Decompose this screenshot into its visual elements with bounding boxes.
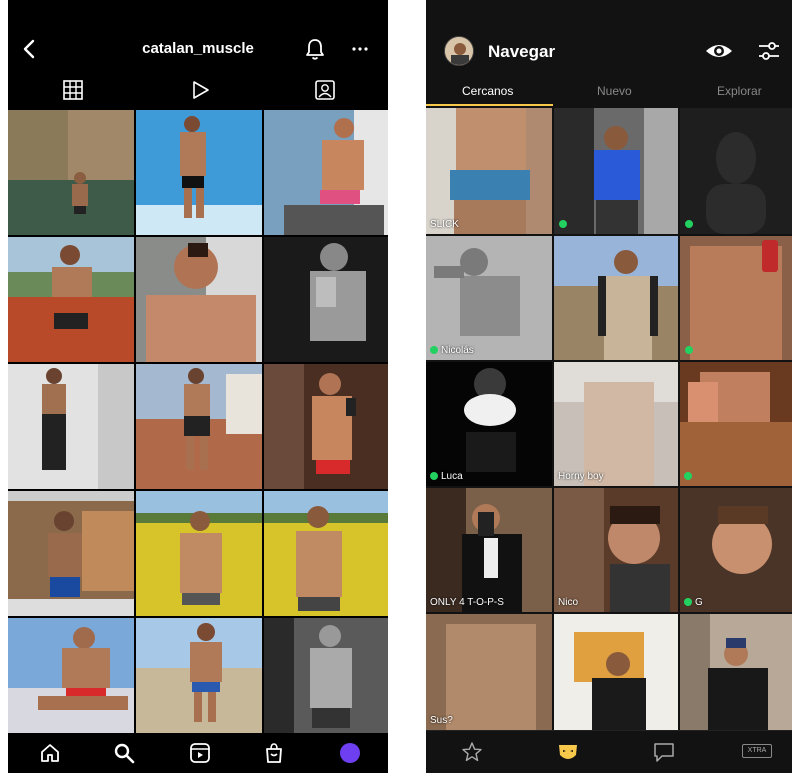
post-thumbnail[interactable] bbox=[264, 110, 388, 235]
post-thumbnail[interactable] bbox=[264, 491, 388, 616]
bottom-navigation bbox=[8, 733, 388, 773]
tagged-icon[interactable] bbox=[313, 78, 337, 102]
post-thumbnail[interactable] bbox=[136, 618, 262, 733]
profile-tile[interactable]: Luca bbox=[426, 362, 552, 486]
profile-name: G bbox=[684, 597, 703, 608]
profile-tile[interactable]: SLICK bbox=[426, 108, 552, 234]
profile-tile[interactable] bbox=[554, 108, 678, 234]
online-indicator bbox=[684, 598, 692, 607]
profile-name: Horny boy bbox=[558, 471, 604, 482]
profile-tile[interactable] bbox=[554, 236, 678, 360]
profile-name: Sus? bbox=[430, 715, 453, 726]
status-bar bbox=[8, 0, 388, 14]
profile-tile[interactable]: Nico bbox=[554, 488, 678, 612]
post-thumbnail[interactable] bbox=[136, 364, 262, 489]
tab-cercanos[interactable]: Cercanos bbox=[462, 84, 513, 98]
profile-header: catalan_muscle bbox=[8, 30, 388, 70]
shop-icon[interactable] bbox=[262, 741, 286, 765]
profile-tabs bbox=[8, 74, 388, 106]
instagram-screen: catalan_muscle bbox=[8, 0, 388, 773]
browse-header: Navegar bbox=[426, 14, 792, 86]
bell-icon[interactable] bbox=[304, 37, 326, 61]
profile-name: Nicolás bbox=[430, 345, 474, 356]
online-indicator bbox=[685, 220, 693, 228]
post-thumbnail[interactable] bbox=[8, 491, 134, 616]
chat-icon[interactable] bbox=[652, 741, 676, 763]
post-thumbnail[interactable] bbox=[136, 110, 262, 235]
reels-icon[interactable] bbox=[188, 78, 212, 102]
profile-name: SLICK bbox=[430, 219, 459, 230]
profile-tile[interactable]: ONLY 4 T-O-P-S bbox=[426, 488, 552, 612]
profile-icon[interactable] bbox=[338, 741, 362, 765]
browse-tabs: Cercanos Nuevo Explorar bbox=[426, 80, 792, 104]
post-thumbnail[interactable] bbox=[8, 237, 134, 362]
post-thumbnail[interactable] bbox=[8, 618, 134, 733]
profile-tile[interactable] bbox=[680, 108, 792, 234]
profile-name: Luca bbox=[430, 471, 463, 482]
profile-username: catalan_muscle bbox=[142, 40, 254, 57]
profile-tile[interactable] bbox=[680, 614, 792, 730]
active-tab-indicator bbox=[426, 104, 553, 106]
post-thumbnail[interactable] bbox=[264, 364, 388, 489]
profile-tile[interactable] bbox=[680, 362, 792, 486]
xtra-badge[interactable]: XTRA bbox=[742, 744, 772, 758]
home-icon[interactable] bbox=[38, 741, 62, 765]
post-thumbnail[interactable] bbox=[8, 110, 134, 235]
profile-tile[interactable]: Sus? bbox=[426, 614, 552, 730]
online-indicator bbox=[684, 472, 692, 481]
profile-name: ONLY 4 T-O-P-S bbox=[430, 597, 504, 608]
filter-icon[interactable] bbox=[756, 38, 782, 64]
tab-explorar[interactable]: Explorar bbox=[717, 84, 762, 98]
online-indicator bbox=[430, 346, 438, 355]
post-thumbnail[interactable] bbox=[264, 618, 388, 733]
profile-name bbox=[684, 471, 695, 482]
online-indicator bbox=[559, 220, 567, 228]
more-options-icon[interactable] bbox=[350, 38, 370, 60]
post-thumbnail[interactable] bbox=[264, 237, 388, 362]
search-icon[interactable] bbox=[112, 741, 136, 765]
post-thumbnail[interactable] bbox=[136, 491, 262, 616]
avatar[interactable] bbox=[444, 36, 474, 66]
profile-tile[interactable]: Horny boy bbox=[554, 362, 678, 486]
eye-icon[interactable] bbox=[704, 38, 734, 64]
profile-name: Nico bbox=[558, 597, 579, 608]
online-indicator bbox=[430, 472, 438, 481]
grindr-mask-icon[interactable] bbox=[556, 741, 580, 763]
tab-nuevo[interactable]: Nuevo bbox=[597, 84, 632, 98]
grid-icon[interactable] bbox=[61, 78, 85, 102]
grindr-screen: Navegar Cercanos Nuevo Explorar SLICK Ni… bbox=[426, 0, 792, 773]
profile-tile[interactable]: Nicolás bbox=[426, 236, 552, 360]
online-indicator bbox=[685, 346, 693, 354]
reels-nav-icon[interactable] bbox=[188, 741, 212, 765]
post-thumbnail[interactable] bbox=[8, 364, 134, 489]
profile-tile[interactable] bbox=[680, 236, 792, 360]
post-thumbnail[interactable] bbox=[136, 237, 262, 362]
page-title: Navegar bbox=[488, 42, 556, 61]
star-icon[interactable] bbox=[460, 741, 484, 763]
profile-tile[interactable]: G bbox=[680, 488, 792, 612]
profile-tile[interactable] bbox=[554, 614, 678, 730]
bottom-navigation: XTRA bbox=[426, 730, 792, 773]
